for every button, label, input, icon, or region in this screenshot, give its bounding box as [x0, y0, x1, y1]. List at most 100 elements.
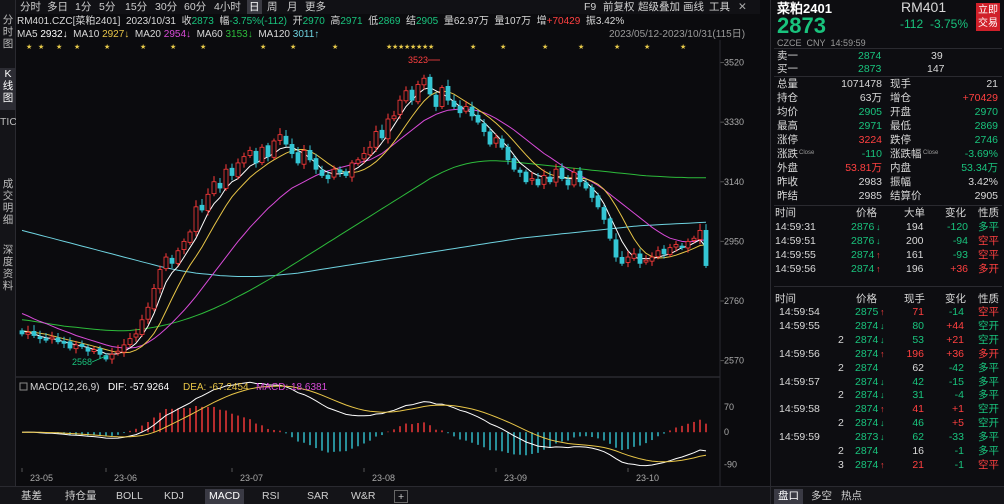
tab-kdj[interactable]: KDJ — [160, 489, 188, 504]
period-multiday[interactable]: 多日 — [45, 0, 70, 14]
cell-arrow: ↑ — [880, 348, 885, 359]
period-30m[interactable]: 30分 — [153, 0, 179, 14]
period-day[interactable]: 日 — [247, 0, 262, 14]
cell-nature: 多平 — [978, 389, 999, 402]
cell-time: 2 — [838, 389, 844, 402]
candle-body — [409, 89, 415, 101]
change-value: -3.75%(-112) — [229, 16, 287, 27]
candle-body — [55, 337, 61, 343]
bar-date: 2023/10/31 — [125, 16, 176, 27]
f9-button[interactable]: F9 — [582, 0, 598, 14]
candle-body — [49, 336, 55, 340]
candle-body — [319, 169, 325, 176]
candle-body — [205, 193, 211, 212]
period-5m[interactable]: 5分 — [97, 0, 117, 14]
trade-button[interactable]: 立即交易 — [976, 3, 1000, 31]
cell-time: 2 — [838, 333, 844, 346]
period-1m[interactable]: 1分 — [73, 0, 93, 14]
candle-body — [421, 77, 427, 86]
stat-label: 最高 — [777, 120, 798, 132]
candle-body — [367, 146, 373, 156]
kline-chart[interactable]: ★ ★ ★ ★ ★ ★ ★ ★ ★ ★ ★ ★ ★ ★ ★ ★ ★ ★ ★ ★ ★ ★ ★ ★ ★ ★ 3520333031402… — [16, 40, 766, 486]
macd-tick-label: 0 — [724, 427, 729, 437]
sell1-volume: 39 — [931, 50, 943, 62]
tab-duokong[interactable]: 多空 — [807, 489, 836, 504]
cell-nature: 空开 — [978, 319, 999, 332]
indicator-tabs: 基差 持仓量 BOLL KDJ MACD RSI SAR W&R + — [0, 486, 770, 504]
macd-hist: MACD: 18.6381 — [256, 382, 328, 393]
overlay-button[interactable]: 超级叠加 — [636, 0, 682, 14]
cell-price: 2874 — [855, 389, 879, 402]
draw-button[interactable]: 画线 — [681, 0, 706, 14]
cell-volume: 62 — [912, 361, 924, 374]
close-icon[interactable]: ✕ — [736, 0, 749, 14]
period-week[interactable]: 周 — [265, 0, 280, 14]
table-header: 价格 — [856, 293, 877, 305]
event-star: ★ — [428, 43, 434, 51]
nav-tick[interactable]: TICK — [0, 116, 24, 172]
candle-body — [703, 229, 709, 266]
event-star: ★ — [614, 43, 620, 51]
cell-change: -120 — [946, 221, 968, 233]
tools-button[interactable]: 工具 — [707, 0, 732, 14]
candle-body — [175, 250, 181, 264]
period-4h[interactable]: 4小时 — [212, 0, 243, 14]
candle-body — [145, 306, 151, 320]
period-60m[interactable]: 60分 — [182, 0, 208, 14]
candle-body — [463, 106, 469, 112]
tab-pankou[interactable]: 盘口 — [774, 489, 803, 504]
cell-change: -14 — [948, 306, 964, 318]
tab-sar[interactable]: SAR — [303, 489, 333, 504]
cell-volume: 21 — [912, 458, 924, 471]
high-value: 2971 — [340, 16, 363, 27]
cell-time: 14:59:54 — [779, 306, 820, 318]
candle-body — [301, 149, 307, 165]
tab-oi[interactable]: 持仓量 — [61, 489, 101, 504]
event-star: ★ — [644, 43, 650, 51]
ma60-value: 3153↓ — [225, 29, 253, 40]
nav-depth[interactable]: 深度资料 — [0, 244, 16, 300]
tab-macd[interactable]: MACD — [205, 489, 244, 504]
cell-arrow: ↑ — [880, 404, 885, 415]
stat-label: 跌停 — [890, 134, 911, 146]
nav-fenshi[interactable]: 分时图 — [0, 14, 16, 54]
stat-label: 持仓 — [777, 92, 798, 104]
cell-time: 3 — [838, 458, 844, 471]
candle-body — [625, 256, 631, 263]
candle-body — [523, 171, 529, 183]
period-more[interactable]: 更多 — [303, 0, 328, 14]
stat-label: 增仓 — [890, 92, 911, 104]
period-month[interactable]: 月 — [285, 0, 300, 14]
event-star: ★ — [578, 43, 584, 51]
candle-body — [415, 84, 421, 103]
period-fenshi[interactable]: 分时 — [18, 0, 43, 14]
cell-time: 14:59:57 — [779, 375, 820, 388]
adjust-button[interactable]: 前复权 — [601, 0, 637, 14]
nav-kline[interactable]: K线图 — [0, 68, 16, 110]
tab-wr[interactable]: W&R — [347, 489, 380, 504]
cell-nature: 空平 — [978, 458, 999, 471]
add-indicator-icon[interactable]: + — [394, 490, 409, 503]
nav-trades[interactable]: 成交明细 — [0, 178, 16, 234]
svg-text:3523: 3523 — [408, 55, 428, 65]
instrument-code: RM401 — [901, 0, 947, 15]
tab-basis[interactable]: 基差 — [17, 489, 46, 504]
cell-change: -4 — [954, 389, 964, 402]
y-tick-label: 2950 — [724, 236, 744, 246]
stat-label: 均价 — [777, 106, 798, 118]
macd-label: MACD(12,26,9) — [30, 382, 99, 393]
cell-change: -42 — [948, 361, 964, 374]
tab-rsi[interactable]: RSI — [258, 489, 284, 504]
stat-value: 2905 — [974, 190, 998, 202]
tab-hotspot[interactable]: 热点 — [837, 489, 866, 504]
candle-body — [61, 341, 67, 344]
left-nav: 分时图 K线图 TICK 成交明细 深度资料 — [0, 0, 24, 486]
tab-boll[interactable]: BOLL — [112, 489, 147, 504]
period-15m[interactable]: 15分 — [123, 0, 149, 14]
candle-body — [445, 85, 451, 101]
cell-volume: 161 — [906, 249, 924, 261]
candle-body — [529, 178, 535, 181]
event-star: ★ — [542, 43, 548, 51]
candle-body — [343, 171, 349, 176]
stat-value: 53.34万 — [961, 162, 998, 174]
